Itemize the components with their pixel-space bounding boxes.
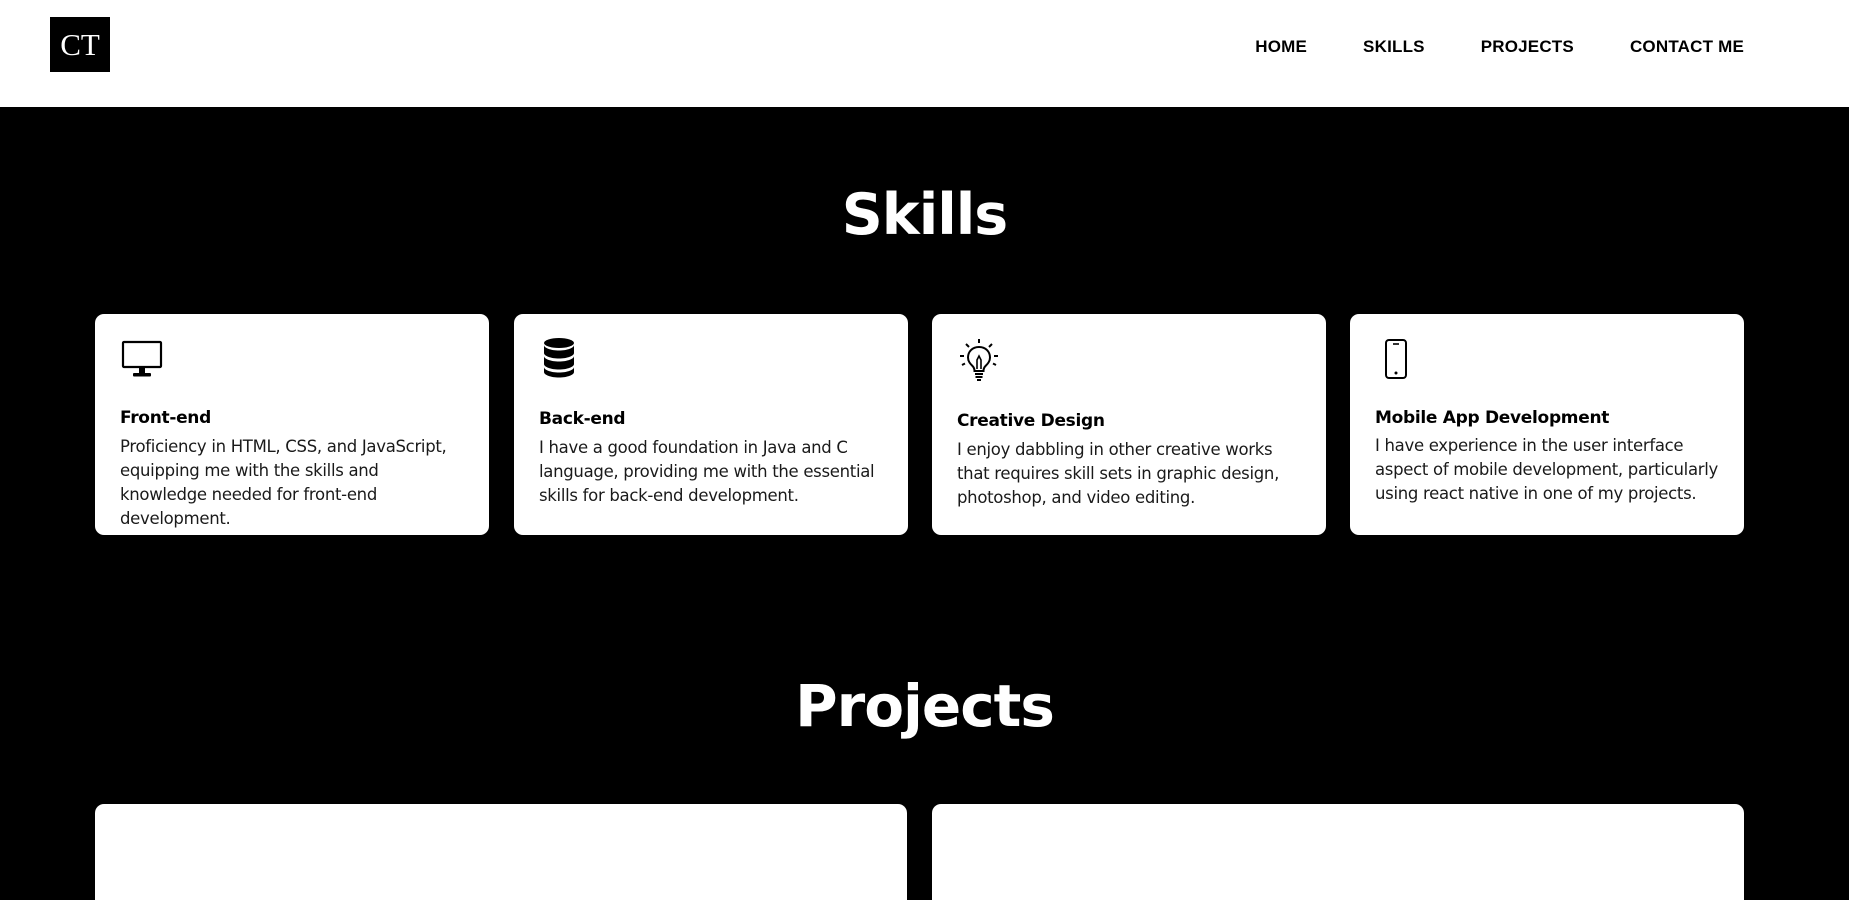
skill-card-title: Mobile App Development bbox=[1375, 408, 1610, 428]
project-card[interactable] bbox=[95, 804, 907, 900]
skill-card-back-end: Back-end I have a good foundation in Jav… bbox=[514, 314, 908, 535]
monitor-icon bbox=[121, 340, 163, 377]
nav-contact-me[interactable]: CONTACT ME bbox=[1630, 37, 1744, 57]
skill-card-front-end: Front-end Proficiency in HTML, CSS, and … bbox=[95, 314, 489, 535]
nav-home[interactable]: HOME bbox=[1255, 37, 1307, 57]
project-card[interactable] bbox=[932, 804, 1744, 900]
skill-card-creative-design: Creative Design I enjoy dabbling in othe… bbox=[932, 314, 1326, 535]
skill-card-title: Front-end bbox=[120, 408, 211, 428]
skill-card-mobile-app-development: Mobile App Development I have experience… bbox=[1350, 314, 1744, 535]
nav-skills[interactable]: SKILLS bbox=[1363, 37, 1425, 57]
database-icon bbox=[544, 338, 574, 378]
skill-card-title: Back-end bbox=[539, 409, 626, 429]
skill-card-description: I enjoy dabbling in other creative works… bbox=[957, 440, 1280, 507]
skill-card-description: Proficiency in HTML, CSS, and JavaScript… bbox=[120, 437, 447, 528]
skill-card-title: Creative Design bbox=[957, 411, 1105, 431]
skills-title: Skills bbox=[841, 182, 1009, 248]
skill-card-description: I have a good foundation in Java and C l… bbox=[539, 438, 875, 505]
mobile-phone-icon bbox=[1385, 339, 1407, 379]
nav-projects[interactable]: PROJECTS bbox=[1481, 37, 1574, 57]
lightbulb-icon bbox=[960, 339, 998, 381]
skill-card-description: I have experience in the user interface … bbox=[1375, 436, 1718, 503]
projects-title: Projects bbox=[795, 672, 1055, 740]
logo[interactable]: CT bbox=[50, 17, 110, 72]
main-nav: HOME SKILLS PROJECTS CONTACT ME bbox=[1255, 37, 1744, 57]
site-header: CT HOME SKILLS PROJECTS CONTACT ME bbox=[0, 0, 1849, 107]
